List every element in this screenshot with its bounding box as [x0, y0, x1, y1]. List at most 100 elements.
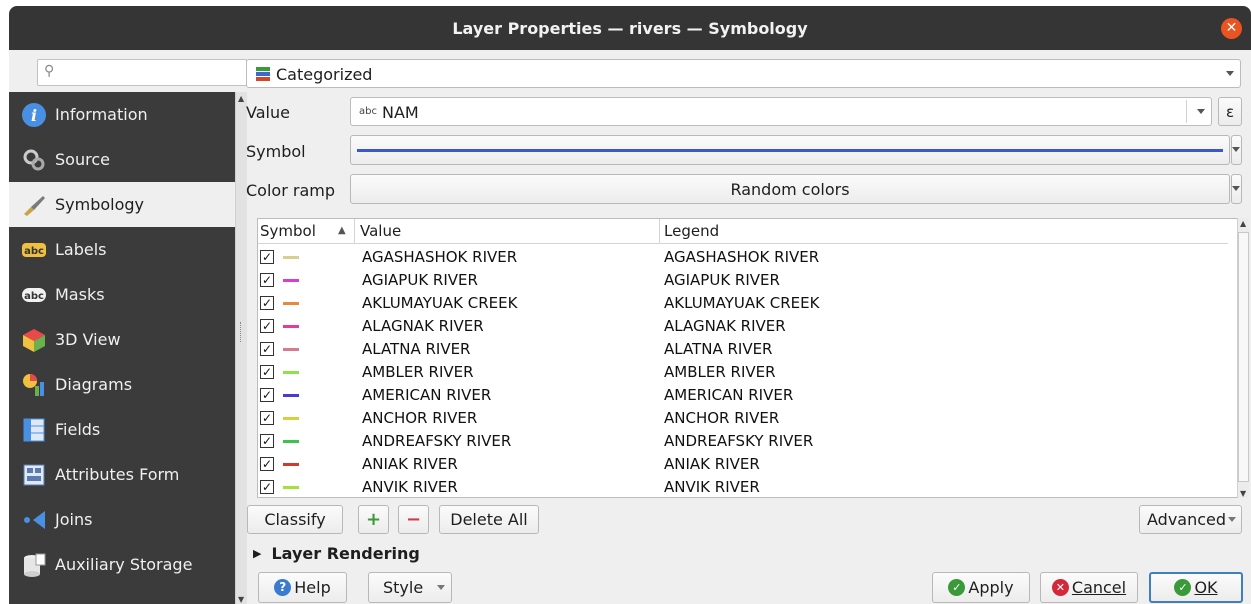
table-row[interactable]: ✓ AGASHASHOK RIVER AGASHASHOK RIVER	[258, 246, 1228, 269]
ok-button[interactable]: ✓ OK	[1149, 572, 1243, 603]
help-button[interactable]: ? Help	[258, 572, 347, 603]
table-scrollbar[interactable]: ▲ ▼	[1237, 218, 1249, 498]
symbol-button[interactable]	[350, 135, 1230, 165]
symbol-swatch[interactable]	[283, 279, 299, 282]
scroll-down-icon[interactable]: ▼	[1240, 489, 1246, 498]
symbol-swatch[interactable]	[283, 325, 299, 328]
row-legend[interactable]: AGASHASHOK RIVER	[664, 248, 819, 266]
sidebar-item-information[interactable]: i Information	[9, 92, 235, 137]
row-legend[interactable]: ANVIK RIVER	[664, 478, 760, 496]
close-icon[interactable]: ✕	[1221, 18, 1242, 39]
row-checkbox[interactable]: ✓	[260, 388, 274, 402]
sidebar-item-joins[interactable]: Joins	[9, 497, 235, 542]
table-row[interactable]: ✓ AMBLER RIVER AMBLER RIVER	[258, 361, 1228, 384]
row-value[interactable]: ALATNA RIVER	[362, 340, 470, 358]
column-header-legend[interactable]: Legend	[664, 222, 719, 240]
scroll-down-icon[interactable]: ▼	[238, 595, 244, 604]
symbol-swatch[interactable]	[283, 256, 299, 259]
sidebar-item-symbology[interactable]: Symbology	[9, 182, 235, 227]
symbol-swatch[interactable]	[283, 486, 299, 489]
symbol-swatch[interactable]	[283, 371, 299, 374]
classify-button[interactable]: Classify	[247, 505, 343, 534]
row-value[interactable]: AGIAPUK RIVER	[362, 271, 478, 289]
sidebar-item-3d-view[interactable]: 3D View	[9, 317, 235, 362]
expression-button[interactable]: ε	[1218, 97, 1242, 126]
row-value[interactable]: ANDREAFSKY RIVER	[362, 432, 511, 450]
row-checkbox[interactable]: ✓	[260, 457, 274, 471]
color-ramp-menu-button[interactable]	[1231, 174, 1242, 204]
sidebar-item-diagrams[interactable]: Diagrams	[9, 362, 235, 407]
add-category-button[interactable]: +	[358, 505, 389, 534]
sidebar-item-masks[interactable]: abc Masks	[9, 272, 235, 317]
column-divider[interactable]	[354, 219, 355, 244]
column-divider[interactable]	[659, 219, 660, 244]
column-header-value[interactable]: Value	[360, 222, 401, 240]
table-row[interactable]: ✓ AKLUMAYUAK CREEK AKLUMAYUAK CREEK	[258, 292, 1228, 315]
sidebar-scrollbar[interactable]: ▲ ▼	[235, 92, 247, 604]
sidebar-item-source[interactable]: Source	[9, 137, 235, 182]
row-legend[interactable]: AKLUMAYUAK CREEK	[664, 294, 819, 312]
column-header-symbol[interactable]: Symbol	[260, 222, 316, 240]
row-value[interactable]: AMBLER RIVER	[362, 363, 474, 381]
table-row[interactable]: ✓ ALAGNAK RIVER ALAGNAK RIVER	[258, 315, 1228, 338]
row-checkbox[interactable]: ✓	[260, 365, 274, 379]
delete-all-button[interactable]: Delete All	[439, 505, 539, 534]
row-checkbox[interactable]: ✓	[260, 319, 274, 333]
table-row[interactable]: ✓ ALATNA RIVER ALATNA RIVER	[258, 338, 1228, 361]
symbol-swatch[interactable]	[283, 463, 299, 466]
table-row[interactable]: ✓ AMERICAN RIVER AMERICAN RIVER	[258, 384, 1228, 407]
symbol-swatch[interactable]	[283, 417, 299, 420]
apply-button[interactable]: ✓ Apply	[932, 572, 1030, 603]
cancel-button[interactable]: ✕ Cancel	[1040, 572, 1138, 603]
symbol-swatch[interactable]	[283, 302, 299, 305]
advanced-button[interactable]: Advanced	[1139, 505, 1242, 534]
table-row[interactable]: ✓ ANIAK RIVER ANIAK RIVER	[258, 453, 1228, 476]
row-value[interactable]: AGASHASHOK RIVER	[362, 248, 517, 266]
table-row[interactable]: ✓ AGIAPUK RIVER AGIAPUK RIVER	[258, 269, 1228, 292]
row-checkbox[interactable]: ✓	[260, 250, 274, 264]
row-legend[interactable]: ANIAK RIVER	[664, 455, 760, 473]
table-row[interactable]: ✓ ANDREAFSKY RIVER ANDREAFSKY RIVER	[258, 430, 1228, 453]
row-legend[interactable]: AMBLER RIVER	[664, 363, 776, 381]
row-legend[interactable]: AGIAPUK RIVER	[664, 271, 780, 289]
row-legend[interactable]: ANDREAFSKY RIVER	[664, 432, 813, 450]
symbol-swatch[interactable]	[283, 394, 299, 397]
row-checkbox[interactable]: ✓	[260, 480, 274, 494]
remove-category-button[interactable]: −	[398, 505, 429, 534]
search-input[interactable]: ⚲	[37, 59, 247, 86]
scroll-grip[interactable]	[240, 322, 243, 342]
row-legend[interactable]: ANCHOR RIVER	[664, 409, 779, 427]
row-checkbox[interactable]: ✓	[260, 434, 274, 448]
symbol-swatch[interactable]	[283, 348, 299, 351]
row-checkbox[interactable]: ✓	[260, 273, 274, 287]
renderer-select[interactable]: Categorized	[246, 59, 1241, 88]
style-button[interactable]: Style	[368, 572, 452, 603]
table-row[interactable]: ✓ ANCHOR RIVER ANCHOR RIVER	[258, 407, 1228, 430]
row-value[interactable]: ANVIK RIVER	[362, 478, 458, 496]
color-ramp-button[interactable]: Random colors	[350, 174, 1230, 204]
row-value[interactable]: AMERICAN RIVER	[362, 386, 491, 404]
table-row[interactable]: ✓ ANVIK RIVER ANVIK RIVER	[258, 476, 1228, 497]
layer-rendering-group[interactable]: ▶ Layer Rendering	[253, 544, 420, 563]
row-value[interactable]: ALAGNAK RIVER	[362, 317, 484, 335]
sidebar-item-labels[interactable]: abc Labels	[9, 227, 235, 272]
row-legend[interactable]: ALATNA RIVER	[664, 340, 772, 358]
symbol-swatch[interactable]	[283, 440, 299, 443]
sidebar-item-attributes-form[interactable]: Attributes Form	[9, 452, 235, 497]
row-legend[interactable]: ALAGNAK RIVER	[664, 317, 786, 335]
row-value[interactable]: AKLUMAYUAK CREEK	[362, 294, 517, 312]
expand-arrow-icon[interactable]: ▶	[253, 547, 261, 560]
row-value[interactable]: ANCHOR RIVER	[362, 409, 477, 427]
value-field-select[interactable]: abc NAM	[350, 97, 1212, 126]
scroll-thumb[interactable]	[1238, 232, 1249, 482]
row-checkbox[interactable]: ✓	[260, 342, 274, 356]
row-checkbox[interactable]: ✓	[260, 296, 274, 310]
row-value[interactable]: ANIAK RIVER	[362, 455, 458, 473]
scroll-up-icon[interactable]: ▲	[238, 94, 244, 103]
symbol-menu-button[interactable]	[1231, 135, 1242, 165]
row-checkbox[interactable]: ✓	[260, 411, 274, 425]
scroll-up-icon[interactable]: ▲	[1240, 219, 1246, 228]
row-legend[interactable]: AMERICAN RIVER	[664, 386, 793, 404]
sidebar-item-fields[interactable]: Fields	[9, 407, 235, 452]
sidebar-item-auxiliary-storage[interactable]: Auxiliary Storage	[9, 542, 235, 587]
